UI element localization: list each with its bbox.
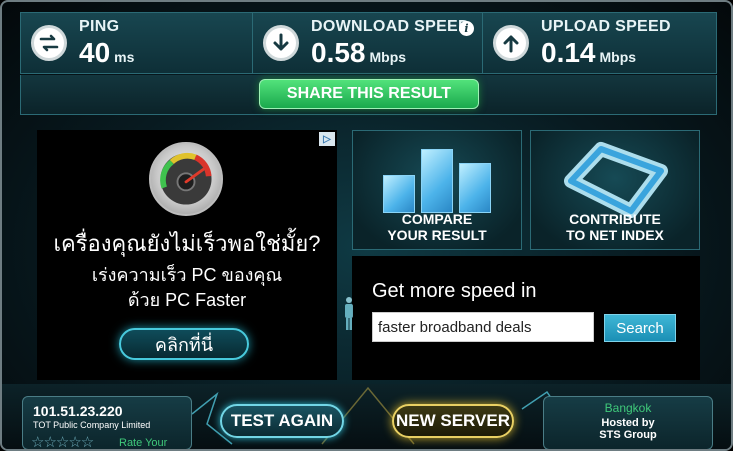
swap-arrows-icon — [31, 25, 67, 61]
net-index-panel[interactable]: CONTRIBUTE TO NET INDEX — [530, 130, 700, 250]
ad-click-button[interactable]: คลิกที่นี่ — [119, 328, 249, 360]
speedometer-icon — [149, 142, 223, 216]
new-server-button[interactable]: NEW SERVER — [392, 404, 514, 438]
upload-label: UPLOAD SPEED — [541, 18, 671, 35]
info-icon[interactable]: i — [459, 21, 474, 36]
search-input[interactable] — [372, 312, 594, 342]
ping-label: PING — [79, 18, 120, 35]
ping-unit: ms — [114, 49, 135, 65]
download-label: DOWNLOAD SPEED — [311, 18, 470, 35]
ad-headline: เครื่องคุณยังไม่เร็วพอใช่มั้ย? — [53, 231, 321, 256]
metrics-bar: PING 40 ms DOWNLOAD SPEED 0.58 Mbps i UP… — [20, 12, 717, 74]
contribute-label-2: TO NET INDEX — [566, 227, 664, 243]
compare-result-panel[interactable]: COMPARE YOUR RESULT — [352, 130, 522, 250]
download-unit: Mbps — [369, 49, 407, 65]
net-index-icon — [564, 142, 668, 218]
download-value: 0.58 — [311, 37, 366, 68]
bar-chart-icon — [383, 143, 493, 213]
person-figure-icon — [345, 297, 353, 330]
bottom-bar: 101.51.23.220 TOT Public Company Limited… — [2, 384, 731, 449]
upload-metric: UPLOAD SPEED 0.14 Mbps — [483, 13, 716, 73]
upload-value: 0.14 — [541, 37, 596, 68]
search-title: Get more speed in — [372, 280, 537, 302]
isp-name: TOT Public Company Limited — [33, 420, 151, 430]
share-bar: SHARE THIS RESULT — [20, 75, 717, 115]
ip-address: 101.51.23.220 — [33, 403, 123, 419]
upload-unit: Mbps — [599, 49, 637, 65]
rate-label[interactable]: Rate Your — [119, 437, 167, 449]
arrow-down-icon — [263, 25, 299, 61]
advertisement[interactable]: ▷ เครื่องคุณยังไม่เร็วพอใช่มั้ย? เร่งควา… — [37, 130, 337, 380]
search-button[interactable]: Search — [604, 314, 676, 342]
compare-label-2: YOUR RESULT — [387, 227, 487, 243]
rating-stars[interactable]: ☆☆☆☆☆ — [31, 433, 94, 449]
server-city: Bangkok — [604, 401, 652, 415]
adchoices-icon[interactable]: ▷ — [319, 132, 335, 146]
speedtest-window: PING 40 ms DOWNLOAD SPEED 0.58 Mbps i UP… — [0, 0, 733, 451]
host-name: STS Group — [599, 429, 657, 441]
contribute-label-1: CONTRIBUTE — [569, 211, 661, 227]
ad-line-2: ด้วย PC Faster — [127, 290, 247, 310]
download-metric: DOWNLOAD SPEED 0.58 Mbps i — [253, 13, 483, 73]
isp-info: 101.51.23.220 TOT Public Company Limited… — [22, 396, 192, 449]
hosted-by-label: Hosted by — [601, 417, 655, 429]
server-info: Bangkok Hosted by STS Group — [543, 396, 713, 449]
share-result-button[interactable]: SHARE THIS RESULT — [259, 79, 479, 109]
compare-label-1: COMPARE — [401, 211, 473, 227]
arrow-up-icon — [493, 25, 529, 61]
test-again-button[interactable]: TEST AGAIN — [220, 404, 344, 438]
ping-metric: PING 40 ms — [21, 13, 253, 73]
speed-search-box: Get more speed in Search — [352, 256, 700, 380]
ping-value: 40 — [79, 37, 111, 68]
